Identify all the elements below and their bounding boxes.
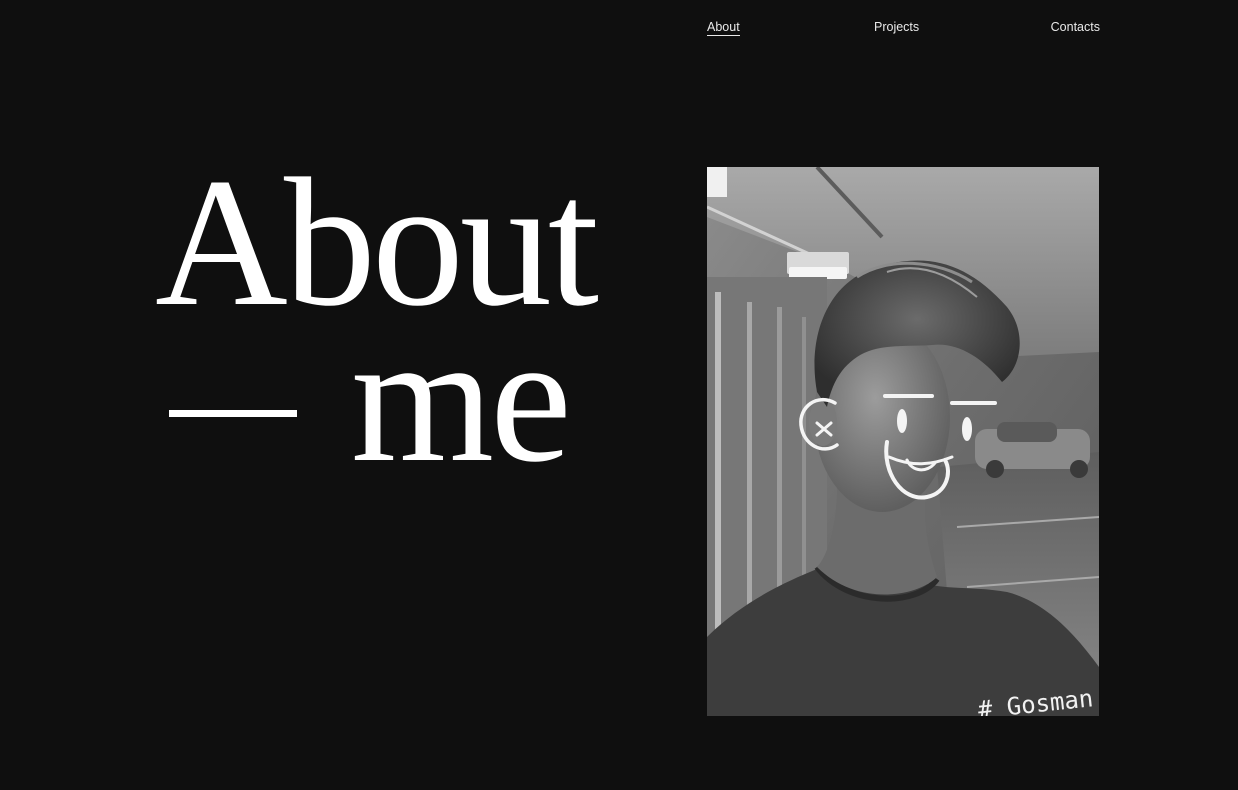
- nav-link-contacts[interactable]: Contacts: [1051, 19, 1100, 35]
- top-navigation: About Projects Contacts: [707, 19, 1100, 39]
- portrait-illustration: # Gosman: [707, 167, 1099, 716]
- page-title-line-2: me: [155, 306, 655, 490]
- nav-link-about[interactable]: About: [707, 19, 740, 36]
- page-title-word-me: me: [351, 296, 572, 500]
- nav-link-projects[interactable]: Projects: [874, 19, 919, 35]
- em-dash-decoration: [169, 410, 297, 417]
- portrait-photo: # Gosman: [707, 167, 1099, 716]
- page-title: About me: [155, 150, 655, 490]
